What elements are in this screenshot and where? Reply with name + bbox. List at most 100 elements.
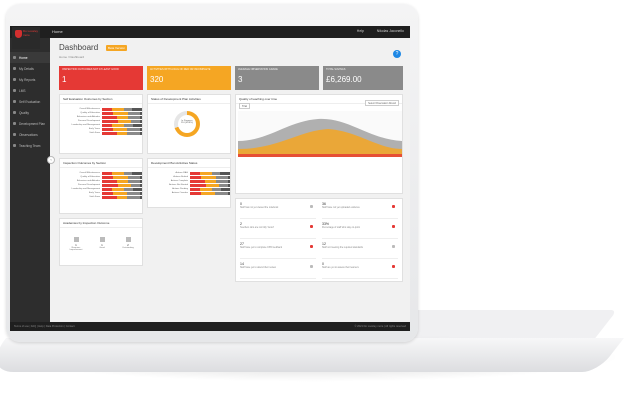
- bar-segment: [228, 180, 230, 183]
- bar-segment: [102, 192, 113, 195]
- stacked-bar: [102, 112, 142, 115]
- sidebar-item-home[interactable]: Home: [10, 52, 50, 63]
- bar-label: Actions Overdue: [171, 192, 188, 195]
- donut-center-label: In Progress 210 (65.8%): [176, 120, 198, 124]
- stat-icon: [392, 205, 395, 208]
- bar-row: Leadership and Management: [60, 188, 142, 191]
- team-icon: [13, 144, 16, 147]
- bar-segment: [133, 188, 142, 191]
- stat-item[interactable]: 14 Staff have yet to attend their review: [240, 262, 316, 279]
- kpi-title: Activities with a rag of red or incomple…: [150, 68, 211, 71]
- sidebar-item-label: LMS: [19, 88, 26, 93]
- bar-segment: [102, 112, 114, 115]
- stat-item[interactable]: 2 Teachers who are not fully 'Good': [240, 222, 316, 239]
- stat-icon: [392, 265, 395, 268]
- stat-description: Staff has not yet viewed the notebook: [240, 207, 279, 209]
- bar-segment: [112, 172, 124, 175]
- app-logo[interactable]: Do Loosley more: [12, 27, 40, 49]
- observation-round-select[interactable]: Select Observation Round: [365, 100, 399, 106]
- bar-row: Behaviour and Attitudes: [60, 180, 142, 183]
- staff-stats-card: 0 Staff has not yet viewed the notebook 2 T…: [235, 198, 403, 282]
- bar-segment: [221, 188, 230, 191]
- stat-item[interactable]: 27 Staff have yet to complete CPD feedbac…: [240, 242, 316, 259]
- bar-segment: [131, 184, 141, 187]
- stat-item[interactable]: 12 Staff not meeting the required standar…: [322, 242, 398, 259]
- tab-trial[interactable]: Trial: [239, 103, 250, 109]
- card-title: Status of Development Plan Activities: [148, 95, 230, 104]
- bar-row: Actions Not Started: [148, 184, 230, 187]
- stat-item[interactable]: 33% Percentage of staff who stay on-point: [322, 222, 398, 239]
- sidebar-item-development-plan[interactable]: Development Plan: [10, 118, 50, 129]
- sidebar-item-self-evaluation[interactable]: Self Evaluation: [10, 96, 50, 107]
- page-title: Dashboard: [59, 43, 99, 52]
- sidebar-item-observations[interactable]: Observations: [10, 129, 50, 140]
- bar-segment: [117, 120, 132, 123]
- user-icon: [13, 67, 16, 70]
- bar-segment: [201, 176, 216, 179]
- bar-row: Behaviour and Attitudes: [60, 116, 142, 119]
- bar-chart-icon: [125, 237, 131, 242]
- sidebar-item-teaching-team[interactable]: Teaching Team: [10, 140, 50, 151]
- report-icon: [13, 78, 16, 81]
- bar-segment: [228, 192, 230, 195]
- academy-outcome[interactable]: 2 Outstanding: [118, 237, 138, 249]
- bar-segment: [116, 116, 129, 119]
- user-menu[interactable]: Nikolas Jaconello: [377, 29, 404, 33]
- bar-label: Quality of Education: [80, 112, 100, 115]
- bar-row: Quality of Education: [60, 176, 142, 179]
- sidebar-collapse-button[interactable]: ‹: [47, 156, 55, 164]
- stat-description: Staff have yet to complete CPD feedback: [240, 247, 282, 249]
- bar-row: Actions Complete: [148, 180, 230, 183]
- stacked-bar: [102, 172, 142, 175]
- bar-segment: [132, 108, 142, 111]
- bar-row: Actions Overdue: [148, 192, 230, 195]
- stat-item[interactable]: 36 Staff have not yet uploaded evidence: [322, 202, 398, 219]
- bar-row: Sixth Form: [60, 132, 142, 135]
- footer-links[interactable]: Terms of use | FAQ | Help | Data Protect…: [14, 325, 75, 328]
- sidebar-item-my-reports[interactable]: My Reports: [10, 74, 50, 85]
- bar-label: Early Years: [88, 128, 100, 131]
- bar-segment: [127, 176, 141, 179]
- stat-value: 33%: [322, 222, 330, 226]
- stat-value: 36: [322, 202, 326, 206]
- check-icon: [13, 100, 16, 103]
- kpi-card[interactable]: Activities with a rag of red or incomple…: [147, 66, 231, 90]
- sidebar-item-my-details[interactable]: My Details: [10, 63, 50, 74]
- stacked-bar: [190, 172, 230, 175]
- bar-segment: [124, 172, 132, 175]
- bar-segment: [140, 176, 142, 179]
- stat-item[interactable]: 0 Staff has not yet viewed the notebook: [240, 202, 316, 219]
- bar-segment: [215, 192, 229, 195]
- bar-segment: [204, 180, 217, 183]
- academy-outcome[interactable]: 1 Requires Improvement: [66, 237, 86, 251]
- eye-icon: [13, 133, 16, 136]
- kpi-card[interactable]: Inspection outcomes not at least good 1: [59, 66, 143, 90]
- bar-chart-icon: [73, 237, 79, 242]
- bar-label: Actions Pending: [172, 188, 188, 191]
- kpi-card[interactable]: Average observation grade 3: [235, 66, 319, 90]
- academy-outcome[interactable]: 1 Good: [92, 237, 112, 249]
- self-evaluation-card: Self Evaluation Outcomes by Section Over…: [59, 94, 143, 154]
- bar-row: Sixth Form: [60, 196, 142, 199]
- bar-segment: [117, 184, 132, 187]
- kpi-card[interactable]: Total savings £6,269.00: [323, 66, 403, 90]
- bar-segment: [190, 188, 200, 191]
- bar-row: Leadership and Management: [60, 124, 142, 127]
- home-link[interactable]: Home: [52, 29, 63, 34]
- sidebar-item-quality[interactable]: Quality: [10, 107, 50, 118]
- footer-copyright: © 2021 Do Loosley more | All rights rese…: [354, 325, 406, 328]
- bar-segment: [190, 176, 202, 179]
- bar-segment: [112, 108, 124, 111]
- card-title: Inspection Outcomes by Section: [60, 159, 142, 168]
- help-link[interactable]: Help: [357, 29, 364, 33]
- stat-item[interactable]: 0 Staff are yet to assess their learners: [322, 262, 398, 279]
- bar-segment: [140, 112, 142, 115]
- stacked-bar: [102, 116, 142, 119]
- bar-segment: [116, 180, 129, 183]
- stacked-bar: [102, 180, 142, 183]
- stacked-bar: [102, 188, 142, 191]
- sidebar-item-lms[interactable]: LMS: [10, 85, 50, 96]
- bar-segment: [116, 132, 128, 135]
- help-icon[interactable]: ?: [393, 50, 401, 58]
- laptop-screen: Home Help Nikolas Jaconello Do Loosley m…: [10, 26, 410, 331]
